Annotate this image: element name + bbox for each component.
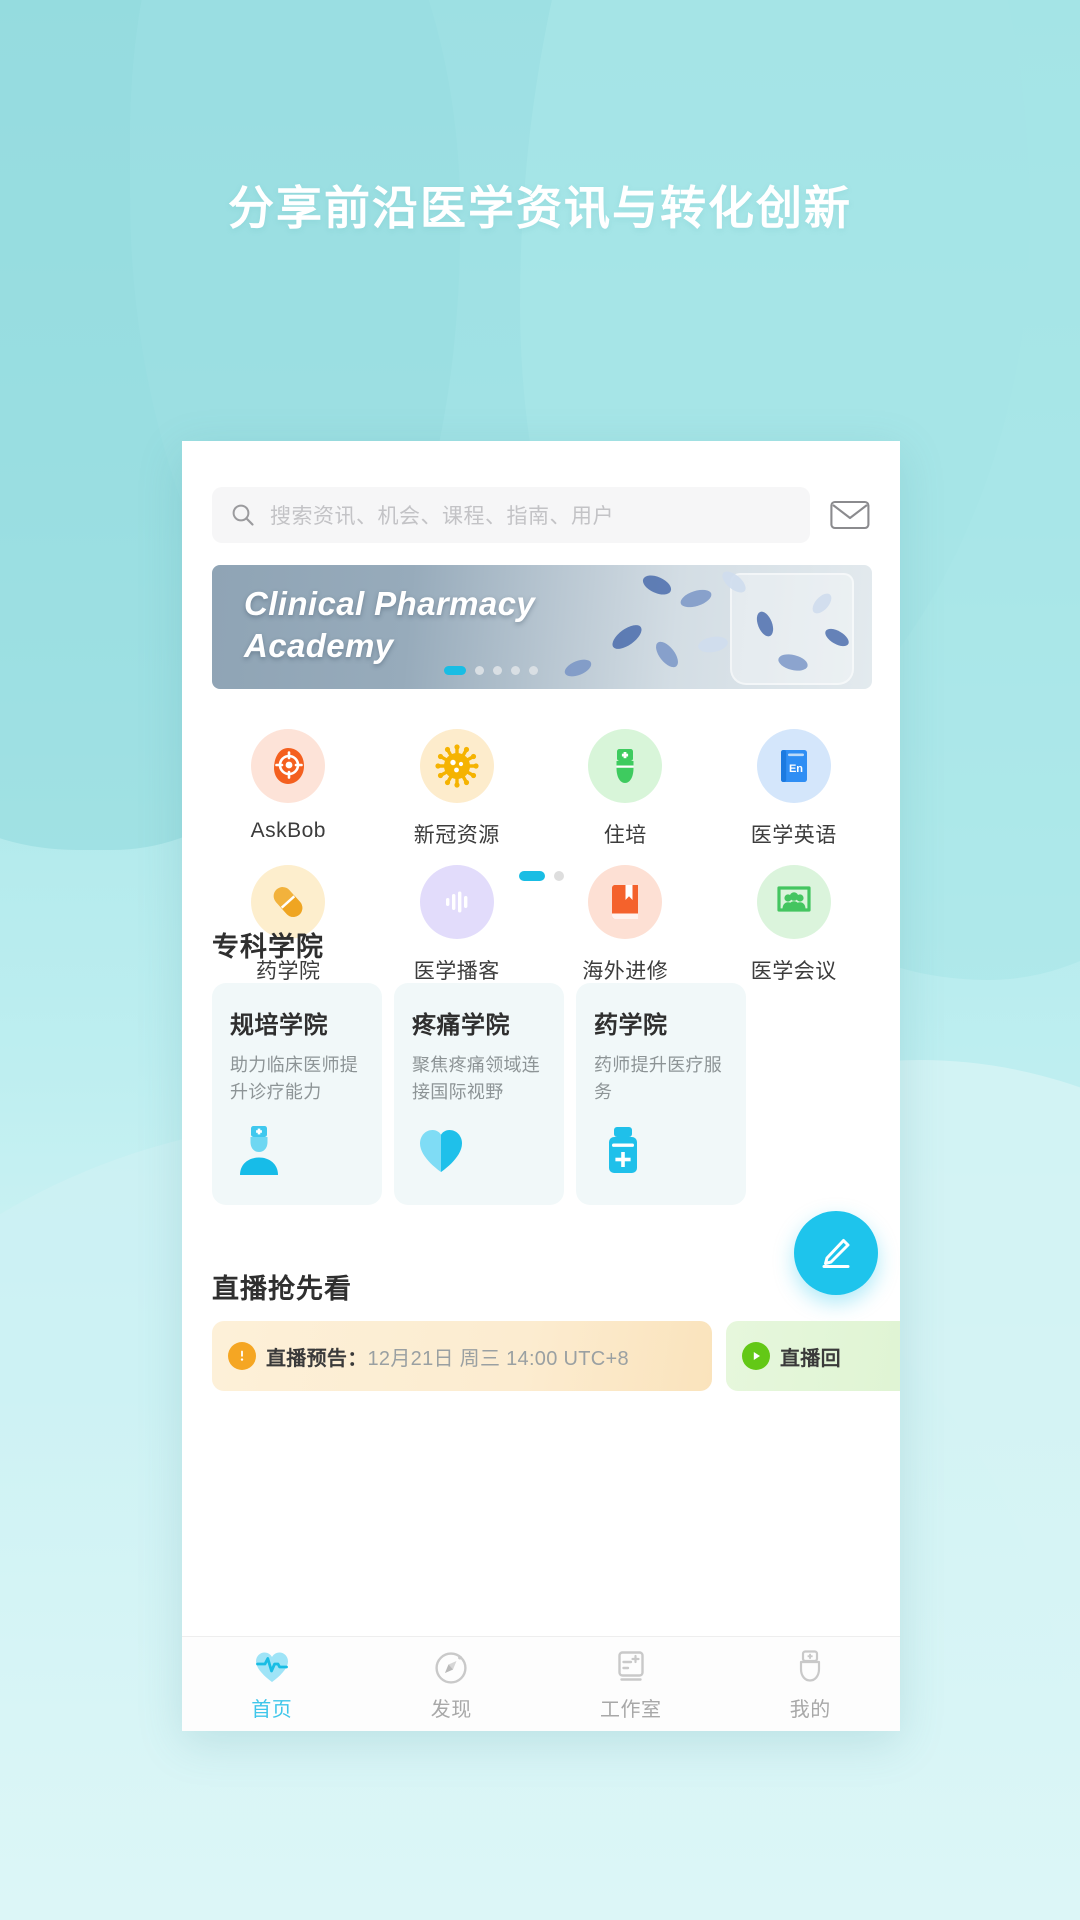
target-icon <box>251 729 326 803</box>
academy-card-title: 药学院 <box>594 1012 668 1039</box>
academy-card[interactable]: 规培学院助力临床医师提升诊疗能力 <box>212 983 382 1205</box>
virus-icon <box>419 729 494 803</box>
quick-entry-label: 医学会议 <box>750 960 837 983</box>
tab-label: 首页 <box>251 1698 293 1721</box>
live-card-text: 直播回 <box>780 1347 841 1370</box>
banner-dot[interactable] <box>493 666 502 675</box>
edit-pencil-icon <box>815 1232 857 1274</box>
search-placeholder: 搜索资讯、机会、课程、指南、用户 <box>270 505 614 528</box>
academy-card-title: 规培学院 <box>230 1012 328 1039</box>
home-heartbeat-icon <box>252 1647 292 1687</box>
compose-fab-button[interactable] <box>794 1211 878 1295</box>
quick-entry-english-book[interactable]: En 医学英语 <box>710 713 879 849</box>
banner-pill <box>678 586 714 611</box>
live-upcoming-icon <box>228 1342 256 1370</box>
quick-entry-label: 新冠资源 <box>413 824 500 847</box>
english-book-icon: En <box>756 729 831 803</box>
quick-entry-row: AskBob 新冠资源 住培 En 医学英语 <box>204 713 878 849</box>
academy-card-title: 疼痛学院 <box>412 1012 510 1039</box>
academy-card[interactable]: 疼痛学院聚焦疼痛领域连接国际视野 <box>394 983 564 1205</box>
banner-title: Clinical Pharmacy Academy <box>244 583 624 667</box>
heart-icon <box>414 1123 468 1177</box>
academy-card-desc: 聚焦疼痛领域连接国际视野 <box>412 1055 541 1102</box>
tab-compass[interactable]: 发现 <box>362 1637 542 1731</box>
quick-entry-conference[interactable]: 医学会议 <box>710 849 879 985</box>
page-headline: 分享前沿医学资讯与转化创新 <box>228 182 852 234</box>
app-screen: 搜索资讯、机会、课程、指南、用户 Clinical Pharmacy Acade… <box>182 441 900 1731</box>
profile-doctor-icon <box>790 1647 830 1687</box>
academy-card-desc: 药师提升医疗服务 <box>594 1055 723 1102</box>
live-replay-icon <box>742 1342 770 1370</box>
quick-entry-label: 医学播客 <box>413 960 500 983</box>
bottom-tab-bar: 首页 发现 工作室 我的 <box>182 1636 900 1731</box>
banner-dot[interactable] <box>511 666 520 675</box>
section-title-live: 直播抢先看 <box>212 1274 352 1304</box>
tab-profile-doctor[interactable]: 我的 <box>721 1637 901 1731</box>
medicine-bottle-icon <box>596 1123 650 1177</box>
academy-card-desc: 助力临床医师提升诊疗能力 <box>230 1055 359 1102</box>
quick-entry-label: AskBob <box>250 819 326 842</box>
tab-home-heartbeat[interactable]: 首页 <box>182 1637 362 1731</box>
tab-workspace-doc[interactable]: 工作室 <box>541 1637 721 1731</box>
banner-title-line2: Academy <box>244 627 394 664</box>
live-card[interactable]: 直播预告：12月21日 周三 14:00 UTC+8 <box>212 1321 712 1391</box>
doctor-avatar-icon <box>232 1123 286 1177</box>
svg-text:En: En <box>789 763 803 775</box>
quick-entry-target[interactable]: AskBob <box>204 713 373 849</box>
tab-label: 工作室 <box>600 1698 662 1721</box>
quick-entry-bookmark-book[interactable]: 海外进修 <box>541 849 710 985</box>
banner-title-line1: Clinical Pharmacy <box>244 585 536 622</box>
banner-pagination-dots[interactable] <box>444 666 538 675</box>
search-icon <box>230 502 256 528</box>
quick-entry-row: 药学院医学播客 海外进修 医学会议 <box>204 849 878 985</box>
live-card-text: 直播预告：12月21日 周三 14:00 UTC+8 <box>266 1347 629 1370</box>
banner-dot[interactable] <box>529 666 538 675</box>
quick-entry-podcast-wave[interactable]: 医学播客 <box>373 849 542 985</box>
tab-label: 我的 <box>789 1698 831 1721</box>
banner-pill <box>651 638 683 671</box>
nurse-icon <box>588 729 663 803</box>
search-input[interactable]: 搜索资讯、机会、课程、指南、用户 <box>212 487 810 543</box>
section-title-academy: 专科学院 <box>212 932 324 962</box>
live-card-list: 直播预告：12月21日 周三 14:00 UTC+8 直播回 <box>212 1321 900 1391</box>
quick-entry-nurse[interactable]: 住培 <box>541 713 710 849</box>
banner-pill <box>696 634 730 655</box>
quick-entry-virus[interactable]: 新冠资源 <box>373 713 542 849</box>
quick-entry-capsule[interactable]: 药学院 <box>204 849 373 985</box>
banner-dot[interactable] <box>475 666 484 675</box>
search-row: 搜索资讯、机会、课程、指南、用户 <box>212 487 872 543</box>
grid-dot[interactable] <box>518 871 545 881</box>
banner-dot[interactable] <box>444 666 466 675</box>
compass-icon <box>431 1647 471 1687</box>
academy-card[interactable]: 药学院药师提升医疗服务 <box>576 983 746 1205</box>
live-card[interactable]: 直播回 <box>726 1321 900 1391</box>
tab-label: 发现 <box>430 1698 472 1721</box>
phone-mockup-frame: 搜索资讯、机会、课程、指南、用户 Clinical Pharmacy Acade… <box>182 441 900 1731</box>
quick-entry-label: 住培 <box>603 824 647 847</box>
hero-banner-carousel[interactable]: Clinical Pharmacy Academy <box>212 565 872 689</box>
workspace-doc-icon <box>611 1647 651 1687</box>
quick-entry-label: 海外进修 <box>582 960 669 983</box>
academy-card-list: 规培学院 助力临床医师提升诊疗能力 疼痛学院 聚焦疼痛领域连接国际视野 药学院 药师提升医… <box>212 983 872 1205</box>
quick-entry-label: 医学英语 <box>750 824 837 847</box>
banner-pill <box>640 571 674 599</box>
grid-dot[interactable] <box>553 871 564 881</box>
mail-icon[interactable] <box>828 493 872 537</box>
grid-pagination-dots[interactable] <box>182 871 900 881</box>
